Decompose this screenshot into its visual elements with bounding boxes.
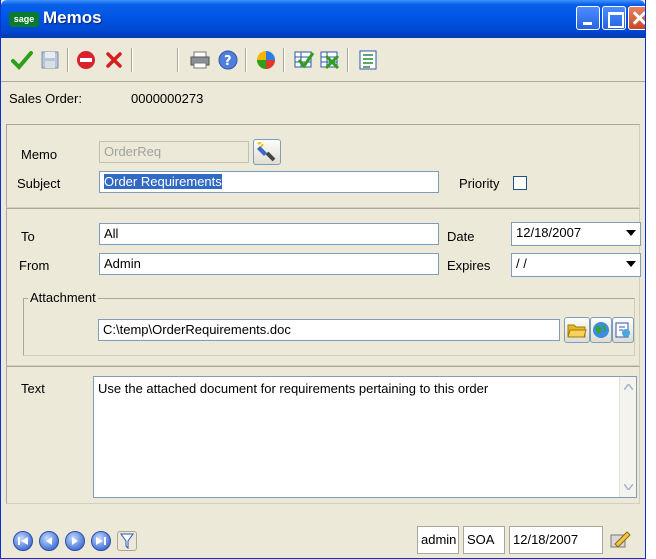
- chevron-down-icon: [625, 230, 636, 236]
- toolbar-separator: [131, 48, 133, 72]
- text-group: Text Use the attached document for requi…: [6, 366, 640, 504]
- launch-attachment-button[interactable]: [612, 317, 634, 343]
- maximize-icon: [603, 7, 625, 29]
- print-button[interactable]: [187, 48, 213, 72]
- memo-list-icon: [359, 50, 377, 70]
- expires-value: / /: [516, 256, 527, 271]
- sales-order-value: 0000000273: [131, 91, 204, 106]
- first-record-button[interactable]: [13, 531, 33, 551]
- text-label: Text: [21, 381, 45, 396]
- close-icon: [629, 7, 645, 29]
- close-button[interactable]: [628, 6, 645, 30]
- toolbar-separator: [283, 48, 285, 72]
- next-record-button[interactable]: [65, 531, 85, 551]
- memo-label: Memo: [21, 147, 58, 162]
- save-icon: [41, 51, 59, 69]
- sage-logo-icon: sage: [9, 12, 39, 27]
- date-dropdown-button[interactable]: [622, 224, 639, 242]
- folder-open-icon: [567, 324, 587, 338]
- last-record-icon: [96, 537, 106, 545]
- date-input[interactable]: 12/18/2007: [511, 222, 641, 246]
- print-icon: [190, 51, 210, 69]
- minimize-button[interactable]: [576, 6, 600, 30]
- memo-text-value: Use the attached document for requiremen…: [98, 381, 489, 396]
- subject-value: Order Requirements: [104, 174, 222, 189]
- next-record-icon: [72, 537, 78, 545]
- status-notes-button[interactable]: [607, 528, 633, 552]
- title-bar[interactable]: sage Memos: [1, 0, 645, 38]
- toolbar-separator: [67, 48, 69, 72]
- memos-window: sage Memos ? Sales Order: 0000000273 Mem…: [0, 0, 646, 559]
- priority-checkbox[interactable]: [513, 176, 527, 190]
- filter-icon: [120, 533, 134, 549]
- routing-group: To All From Admin Date 12/18/2007 Expire…: [6, 208, 641, 366]
- priority-label: Priority: [459, 176, 500, 191]
- previous-record-button[interactable]: [39, 531, 59, 551]
- globe-icon: [593, 322, 609, 338]
- notepad-pencil-icon: [610, 531, 631, 548]
- help-button[interactable]: ?: [215, 48, 241, 72]
- expires-label: Expires: [447, 258, 491, 273]
- window-title: Memos: [43, 8, 102, 27]
- palette-icon: [257, 51, 275, 69]
- text-scrollbar[interactable]: [619, 377, 636, 497]
- chevron-down-icon: [623, 484, 633, 490]
- last-record-button[interactable]: [91, 531, 111, 551]
- table-delete-icon: [320, 51, 340, 70]
- customize-button[interactable]: [253, 48, 279, 72]
- scroll-up-button[interactable]: [620, 379, 636, 395]
- status-user: admin: [417, 526, 459, 554]
- cancel-button[interactable]: [73, 48, 99, 72]
- flashlight-icon: [257, 142, 276, 162]
- toolbar-separator: [347, 48, 349, 72]
- maximize-button[interactable]: [602, 6, 626, 30]
- memo-text-area[interactable]: Use the attached document for requiremen…: [93, 376, 637, 498]
- subject-label: Subject: [17, 176, 61, 191]
- help-icon: ?: [218, 50, 238, 70]
- toolbar-separator: [177, 48, 179, 72]
- document-link-icon: [615, 322, 630, 338]
- previous-record-icon: [46, 537, 52, 545]
- from-input[interactable]: Admin: [99, 253, 439, 275]
- delete-button[interactable]: [101, 48, 127, 72]
- memo-lookup-button[interactable]: [253, 139, 281, 165]
- memo-group: Memo OrderReq Subject Order Requirements…: [6, 124, 640, 208]
- to-input[interactable]: All: [99, 223, 439, 245]
- open-web-button[interactable]: [590, 317, 612, 343]
- attachment-path-input[interactable]: C:\temp\OrderRequirements.doc: [98, 319, 560, 341]
- from-label: From: [19, 258, 50, 273]
- browse-button[interactable]: [564, 317, 590, 343]
- sales-order-label: Sales Order:: [9, 91, 82, 106]
- scroll-down-button[interactable]: [620, 479, 636, 495]
- toolbar-separator: [245, 48, 247, 72]
- memo-list-button[interactable]: [355, 48, 381, 72]
- toolbar: ?: [1, 38, 645, 82]
- attachment-fieldset: Attachment C:\temp\OrderRequirements.doc: [23, 290, 635, 356]
- to-label: To: [21, 229, 35, 244]
- expires-input[interactable]: / /: [511, 253, 641, 277]
- status-date: 12/18/2007: [509, 526, 603, 554]
- delete-icon: [106, 52, 122, 68]
- attachment-legend: Attachment: [28, 290, 98, 305]
- status-company: SOA: [463, 526, 505, 554]
- subject-input[interactable]: Order Requirements: [99, 171, 439, 193]
- svg-text:?: ?: [224, 54, 232, 69]
- filter-button[interactable]: [117, 531, 137, 551]
- save-button[interactable]: [37, 48, 63, 72]
- chevron-down-icon: [625, 261, 636, 267]
- first-record-icon: [18, 537, 28, 545]
- chevron-up-icon: [623, 384, 633, 390]
- stop-icon: [77, 51, 95, 69]
- memo-code-field: OrderReq: [99, 141, 249, 163]
- date-value: 12/18/2007: [516, 225, 582, 240]
- expires-dropdown-button[interactable]: [622, 255, 639, 273]
- accept-button[interactable]: [9, 48, 35, 72]
- accept-line-button[interactable]: [291, 48, 317, 72]
- date-label: Date: [447, 229, 475, 244]
- accept-icon: [11, 51, 33, 70]
- minimize-icon: [577, 7, 599, 29]
- delete-line-button[interactable]: [317, 48, 343, 72]
- table-accept-icon: [294, 51, 315, 69]
